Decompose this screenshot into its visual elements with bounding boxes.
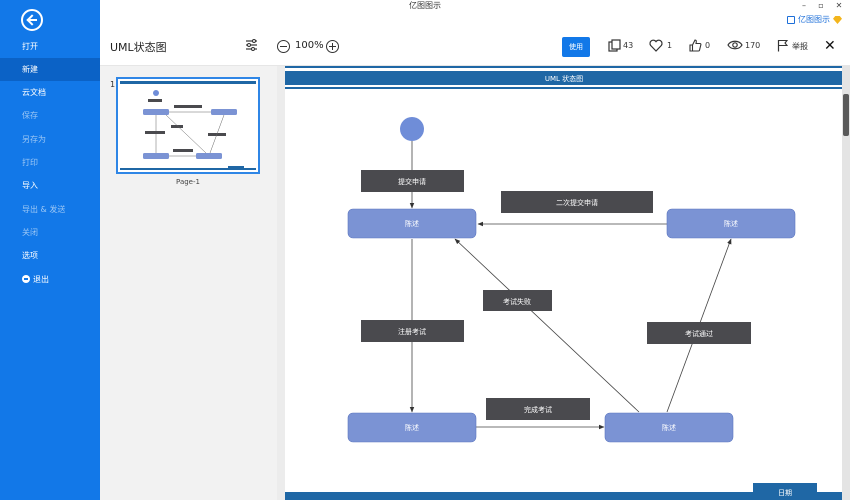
eye-icon <box>727 39 743 55</box>
label-exam-passed-text: 考试通过 <box>685 329 713 338</box>
settings-sliders-icon[interactable] <box>244 39 258 55</box>
exit-icon <box>22 275 30 283</box>
restore-button[interactable]: ▫ <box>813 0 829 12</box>
menu-item-close[interactable]: 关闭 <box>0 221 100 244</box>
like-count: 1 <box>667 41 673 50</box>
minimize-button[interactable]: – <box>796 0 812 12</box>
menu-item-cloud-docs[interactable]: 云文档 <box>0 81 100 104</box>
state-node-4-label: 陈述 <box>662 423 676 432</box>
window-title-bar: 亿图图示 – ▫ ✕ <box>0 0 850 12</box>
copy-icon[interactable] <box>607 39 621 55</box>
vip-diamond-icon <box>833 16 842 24</box>
toolbar: UML状态图 100% 使用 43 1 0 170 举报 ✕ <box>100 28 850 66</box>
copy-count: 43 <box>623 41 634 50</box>
flag-icon[interactable] <box>776 39 788 55</box>
zoom-in-button[interactable] <box>326 40 339 53</box>
scrollbar-thumb[interactable] <box>843 94 849 136</box>
page-thumbnail[interactable] <box>116 77 260 174</box>
page-number: 1 <box>110 80 116 89</box>
menu-item-exit-label: 退出 <box>33 275 49 284</box>
label-resubmit-application-text: 二次提交申请 <box>556 198 598 207</box>
menu-item-print[interactable]: 打印 <box>0 151 100 174</box>
state-node-2-label: 陈述 <box>724 219 738 228</box>
footer-date-label: 日期 <box>778 489 792 497</box>
label-exam-failed-text: 考试失败 <box>503 297 531 306</box>
header-bar-top <box>285 66 842 68</box>
back-arrow-icon[interactable] <box>21 9 43 31</box>
state-node-3-label: 陈述 <box>405 423 419 432</box>
menu-item-save-as[interactable]: 另存为 <box>0 128 100 151</box>
label-submit-application-text: 提交申请 <box>398 177 426 186</box>
menu-item-export-send[interactable]: 导出 & 发送 <box>0 198 100 221</box>
label-register-exam-text: 注册考试 <box>398 327 426 336</box>
uml-state-diagram: UML 状态图 日期 陈述 陈述 陈述 陈述 提交申请 二次提交申请 考试失败 … <box>285 66 842 500</box>
label-complete-exam-text: 完成考试 <box>524 405 552 414</box>
state-node-1-label: 陈述 <box>405 219 419 228</box>
file-menu-sidebar: 打开 新建 云文档 保存 另存为 打印 导入 导出 & 发送 关闭 选项 退出 <box>0 0 100 500</box>
heart-icon[interactable] <box>649 39 663 55</box>
menu-item-options[interactable]: 选项 <box>0 244 100 267</box>
brand-icon <box>787 16 795 24</box>
close-icon[interactable]: ✕ <box>824 38 836 54</box>
vertical-scrollbar[interactable] <box>842 66 850 500</box>
document-title: UML状态图 <box>110 41 167 54</box>
thumbs-up-icon[interactable] <box>688 39 702 55</box>
brand-link[interactable]: 亿图图示 <box>787 14 842 26</box>
use-template-button[interactable]: 使用 <box>562 37 590 57</box>
window-close-button[interactable]: ✕ <box>831 0 847 12</box>
page-label: Page-1 <box>176 178 200 186</box>
menu-item-exit[interactable]: 退出 <box>0 268 100 291</box>
zoom-level: 100% <box>295 40 324 51</box>
header-bar-bottom <box>285 87 842 89</box>
page-thumbnail-panel: 1 Page-1 <box>100 66 277 500</box>
thumbs-up-count: 0 <box>705 41 711 50</box>
menu-item-new[interactable]: 新建 <box>0 58 100 81</box>
initial-state-node[interactable] <box>400 117 424 141</box>
diagram-header-title: UML 状态图 <box>545 74 583 83</box>
menu-item-save[interactable]: 保存 <box>0 104 100 127</box>
menu-item-import[interactable]: 导入 <box>0 174 100 197</box>
zoom-out-button[interactable] <box>277 40 290 53</box>
brand-label: 亿图图示 <box>798 15 830 24</box>
app-title: 亿图图示 <box>409 1 441 10</box>
report-label[interactable]: 举报 <box>792 41 808 52</box>
view-count: 170 <box>745 41 761 50</box>
menu-item-open[interactable]: 打开 <box>0 35 100 58</box>
